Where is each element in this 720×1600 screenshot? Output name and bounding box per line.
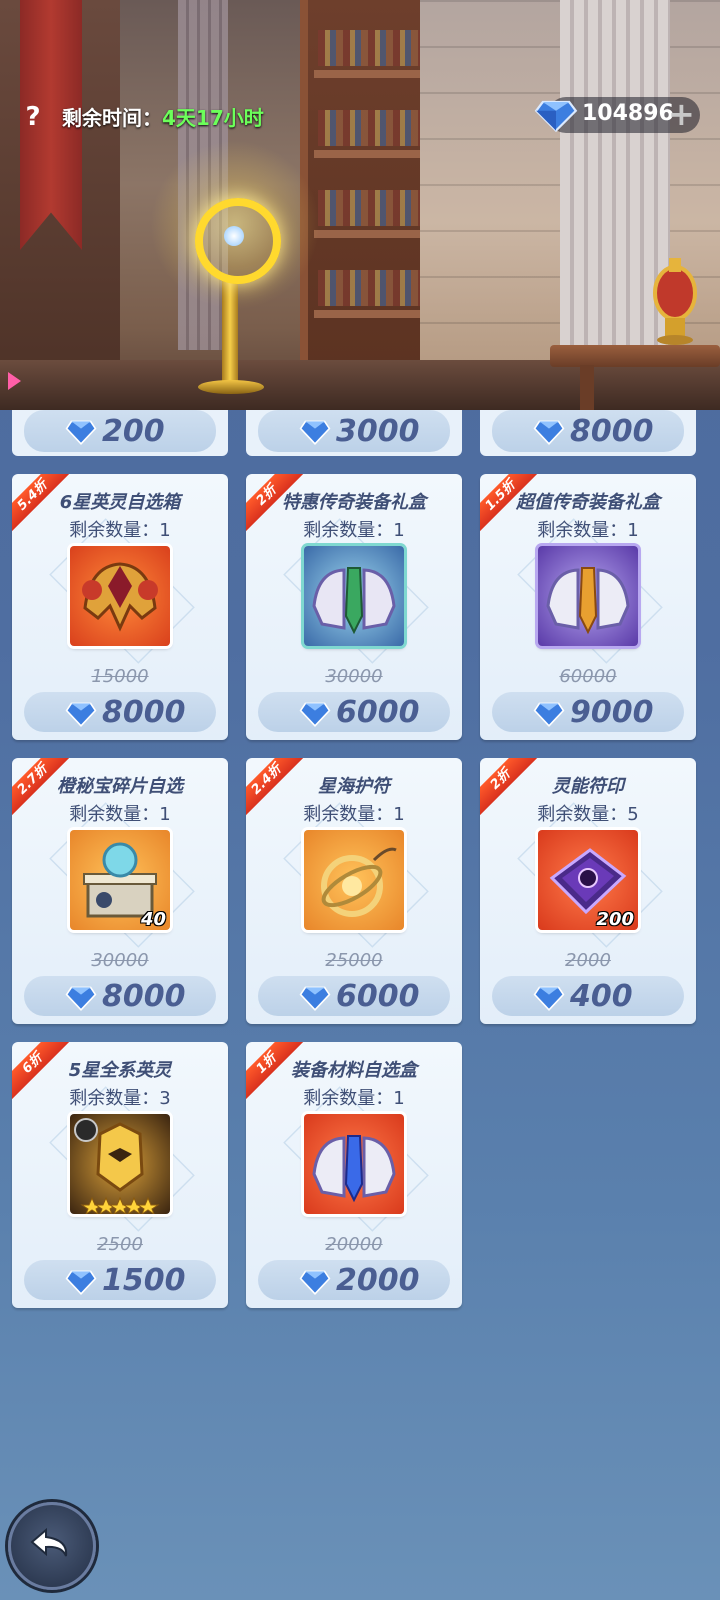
help-button[interactable]: ? bbox=[16, 100, 50, 134]
price-button[interactable]: 1500 bbox=[24, 1260, 216, 1300]
price-button[interactable]: 8000 bbox=[492, 410, 684, 452]
shop-card[interactable]: 1.5折 超值传奇装备礼盒 剩余数量：1 60000 9000 bbox=[480, 474, 696, 740]
side-table bbox=[550, 345, 720, 367]
original-price: 20000 bbox=[325, 1234, 383, 1255]
item-name: 5星全系英灵 bbox=[68, 1060, 172, 1081]
golden-vase bbox=[653, 258, 697, 345]
item-stock: 剩余数量：5 bbox=[537, 804, 639, 825]
item-quantity: 40 bbox=[140, 909, 166, 930]
price-button[interactable]: 3000 bbox=[258, 410, 450, 452]
diamond-icon bbox=[299, 1270, 331, 1295]
item-stock: 剩余数量：3 bbox=[69, 1088, 171, 1109]
item-name: 特惠传奇装备礼盒 bbox=[282, 492, 426, 513]
remaining-time-value: 4天17小时 bbox=[162, 106, 264, 130]
item-quantity: 200 bbox=[596, 909, 634, 930]
shop-card[interactable]: 2.4折 星海护符 剩余数量：1 25000 6000 bbox=[246, 758, 462, 1024]
diamond-icon bbox=[299, 702, 331, 727]
item-stock: 剩余数量：1 bbox=[69, 520, 171, 541]
original-price: 25000 bbox=[325, 950, 383, 971]
price: 9000 bbox=[570, 695, 654, 730]
price: 2000 bbox=[336, 1263, 420, 1298]
shop-card[interactable]: 2.7折 橙秘宝碎片自选 剩余数量：1 40 30000 8000 bbox=[12, 758, 228, 1024]
side-menu-arrow-icon[interactable] bbox=[8, 372, 21, 390]
item-stock: 剩余数量：1 bbox=[537, 520, 639, 541]
diamond-icon bbox=[533, 702, 565, 727]
remaining-time: 剩余时间：4天17小时 bbox=[62, 102, 264, 131]
price: 1500 bbox=[102, 1263, 186, 1298]
item-name: 装备材料自选盒 bbox=[291, 1060, 417, 1081]
diamond-icon bbox=[299, 420, 331, 445]
diamond-icon bbox=[65, 1270, 97, 1295]
treasure-chest-icon: 40 bbox=[70, 830, 170, 930]
price: 8000 bbox=[102, 979, 186, 1014]
item-name: 6星英灵自选箱 bbox=[59, 492, 181, 513]
armor-set-icon bbox=[538, 546, 638, 646]
price: 400 bbox=[570, 979, 633, 1014]
price-button[interactable]: 6000 bbox=[258, 692, 450, 732]
shop-card[interactable]: 1折 装备材料自选盒 剩余数量：1 20000 2000 bbox=[246, 1042, 462, 1308]
shop-card-partial: 200 bbox=[12, 410, 228, 456]
price-button[interactable]: 200 bbox=[24, 410, 216, 452]
amulet-icon bbox=[304, 830, 404, 930]
price: 6000 bbox=[336, 979, 420, 1014]
diamond-icon bbox=[533, 420, 565, 445]
shop-card-partial: 3000 bbox=[246, 410, 462, 456]
original-price: 15000 bbox=[91, 666, 149, 687]
item-name: 橙秘宝碎片自选 bbox=[57, 776, 183, 797]
original-price: 30000 bbox=[325, 666, 383, 687]
hero-all-icon bbox=[70, 1114, 170, 1214]
price: 8000 bbox=[102, 695, 186, 730]
item-name: 灵能符印 bbox=[552, 776, 624, 797]
shop-card[interactable]: 6折 5星全系英灵 剩余数量：3 2500 1500 bbox=[12, 1042, 228, 1308]
price-button[interactable]: 8000 bbox=[24, 692, 216, 732]
original-price: 2000 bbox=[565, 950, 611, 971]
price-button[interactable]: 6000 bbox=[258, 976, 450, 1016]
price-button[interactable]: 2000 bbox=[258, 1260, 450, 1300]
add-gems-button[interactable]: + bbox=[668, 95, 695, 133]
gem-balance: 104896 + bbox=[534, 95, 700, 133]
item-name: 星海护符 bbox=[318, 776, 390, 797]
diamond-icon bbox=[65, 420, 97, 445]
remaining-time-label: 剩余时间： bbox=[62, 106, 162, 130]
shop-card-partial: 8000 bbox=[480, 410, 696, 456]
price: 6000 bbox=[336, 695, 420, 730]
diamond-icon bbox=[533, 986, 565, 1011]
shop-card[interactable]: 2折 灵能符印 剩余数量：5 200 2000 400 bbox=[480, 758, 696, 1024]
original-price: 30000 bbox=[91, 950, 149, 971]
back-button[interactable] bbox=[8, 1502, 96, 1590]
shop-card[interactable]: 2折 特惠传奇装备礼盒 剩余数量：1 30000 6000 bbox=[246, 474, 462, 740]
price-button[interactable]: 8000 bbox=[24, 976, 216, 1016]
floor bbox=[0, 360, 720, 410]
item-stock: 剩余数量：1 bbox=[303, 520, 405, 541]
item-stock: 剩余数量：1 bbox=[303, 1088, 405, 1109]
diamond-icon bbox=[534, 100, 578, 133]
shop-banner-scene bbox=[0, 0, 720, 410]
item-stock: 剩余数量：1 bbox=[303, 804, 405, 825]
item-stock: 剩余数量：1 bbox=[69, 804, 171, 825]
original-price: 2500 bbox=[97, 1234, 143, 1255]
rune-seal-icon: 200 bbox=[538, 830, 638, 930]
price: 8000 bbox=[570, 414, 654, 449]
price-button[interactable]: 9000 bbox=[492, 692, 684, 732]
armor-set-icon bbox=[304, 546, 404, 646]
price-button[interactable]: 400 bbox=[492, 976, 684, 1016]
diamond-icon bbox=[65, 986, 97, 1011]
price: 200 bbox=[102, 414, 165, 449]
diamond-icon bbox=[65, 702, 97, 727]
shop-card[interactable]: 5.4折 6星英灵自选箱 剩余数量：1 15000 8000 bbox=[12, 474, 228, 740]
back-arrow-icon bbox=[30, 1527, 68, 1557]
diamond-icon bbox=[299, 986, 331, 1011]
gem-count: 104896 bbox=[582, 101, 674, 126]
price: 3000 bbox=[336, 414, 420, 449]
helmet-icon bbox=[70, 546, 170, 646]
armor-set-icon bbox=[304, 1114, 404, 1214]
item-name: 超值传奇装备礼盒 bbox=[516, 492, 660, 513]
original-price: 60000 bbox=[559, 666, 617, 687]
